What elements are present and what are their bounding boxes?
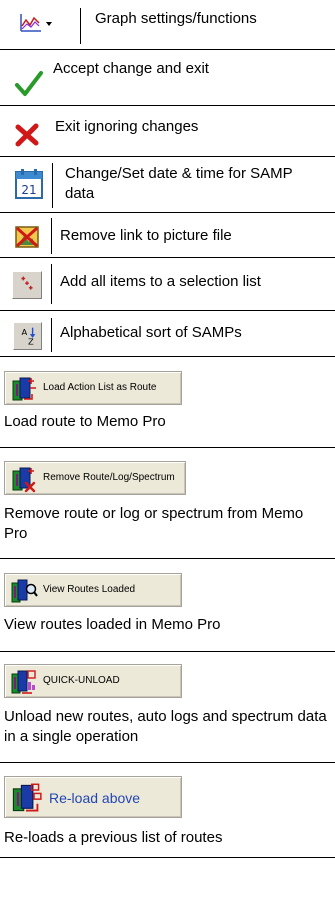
legend-label: Exit ignoring changes (55, 118, 199, 135)
button-label: QUICK-UNLOAD (43, 675, 120, 686)
remove-picture-icon[interactable] (14, 225, 40, 249)
icon-legend: Graph settings/functions Accept change a… (0, 0, 335, 899)
button-description: Remove route or log or spectrum from Mem… (4, 505, 304, 542)
legend-label: Remove link to picture file (60, 227, 232, 244)
remove-route-button[interactable]: Remove Route/Log/Spectrum (4, 461, 186, 495)
button-label: Re-load above (49, 790, 141, 806)
legend-label: Add all items to a selection list (60, 273, 261, 290)
legend-label: Graph settings/functions (95, 10, 257, 27)
quick-unload-icon (10, 668, 38, 696)
graph-settings-icon[interactable] (19, 12, 55, 34)
svg-text:21: 21 (21, 183, 36, 197)
remove-route-icon (10, 465, 38, 493)
legend-row-exit: Exit ignoring changes (0, 107, 335, 157)
quick-unload-button[interactable]: QUICK-UNLOAD (4, 664, 182, 698)
reload-button[interactable]: Re-load above (4, 776, 182, 818)
view-routes-button[interactable]: View Routes Loaded (4, 573, 182, 607)
row-divider (51, 264, 52, 304)
legend-row-calendar: 21 Change/Set date & time for SAMP data (0, 158, 335, 213)
legend-label: Alphabetical sort of SAMPs (60, 324, 242, 341)
button-description: Load route to Memo Pro (4, 413, 166, 430)
button-label: View Routes Loaded (43, 584, 136, 595)
button-label: Remove Route/Log/Spectrum (43, 472, 175, 483)
legend-row-reload: Re-load above Re-loads a previous list o… (0, 764, 335, 858)
legend-row-remove-picture: Remove link to picture file (0, 214, 335, 258)
legend-row-sort: A Z Alphabetical sort of SAMPs (0, 312, 335, 357)
row-divider (51, 218, 52, 254)
legend-label: Change/Set date & time for SAMP data (65, 165, 293, 202)
calendar-icon[interactable]: 21 (14, 168, 44, 200)
button-description: Re-loads a previous list of routes (4, 829, 223, 846)
legend-row-accept: Accept change and exit (0, 51, 335, 106)
load-route-icon (10, 375, 38, 403)
svg-text:A: A (21, 327, 27, 337)
button-description: View routes loaded in Memo Pro (4, 616, 221, 633)
sort-az-icon[interactable]: A Z (13, 322, 42, 350)
checkmark-icon[interactable] (14, 69, 44, 99)
legend-row-remove-route: Remove Route/Log/Spectrum Remove route o… (0, 449, 335, 559)
button-label: Load Action List as Route (43, 382, 157, 393)
load-route-button[interactable]: Load Action List as Route (4, 371, 182, 405)
button-description: Unload new routes, auto logs and spectru… (4, 708, 327, 745)
red-x-icon[interactable] (15, 123, 39, 147)
reload-icon (10, 782, 42, 814)
legend-row-add-all: Add all items to a selection list (0, 259, 335, 311)
add-all-icon[interactable] (12, 271, 42, 299)
svg-text:Z: Z (28, 336, 34, 346)
legend-label: Accept change and exit (53, 60, 209, 77)
legend-row-quick-unload: QUICK-UNLOAD Unload new routes, auto log… (0, 653, 335, 763)
legend-row-view-routes: View Routes Loaded View routes loaded in… (0, 560, 335, 652)
view-routes-icon (10, 577, 38, 605)
legend-row-graph-settings: Graph settings/functions (0, 0, 335, 50)
legend-row-load-route: Load Action List as Route Load route to … (0, 358, 335, 448)
row-divider (52, 163, 53, 208)
row-divider (80, 8, 81, 44)
row-divider (51, 318, 52, 352)
